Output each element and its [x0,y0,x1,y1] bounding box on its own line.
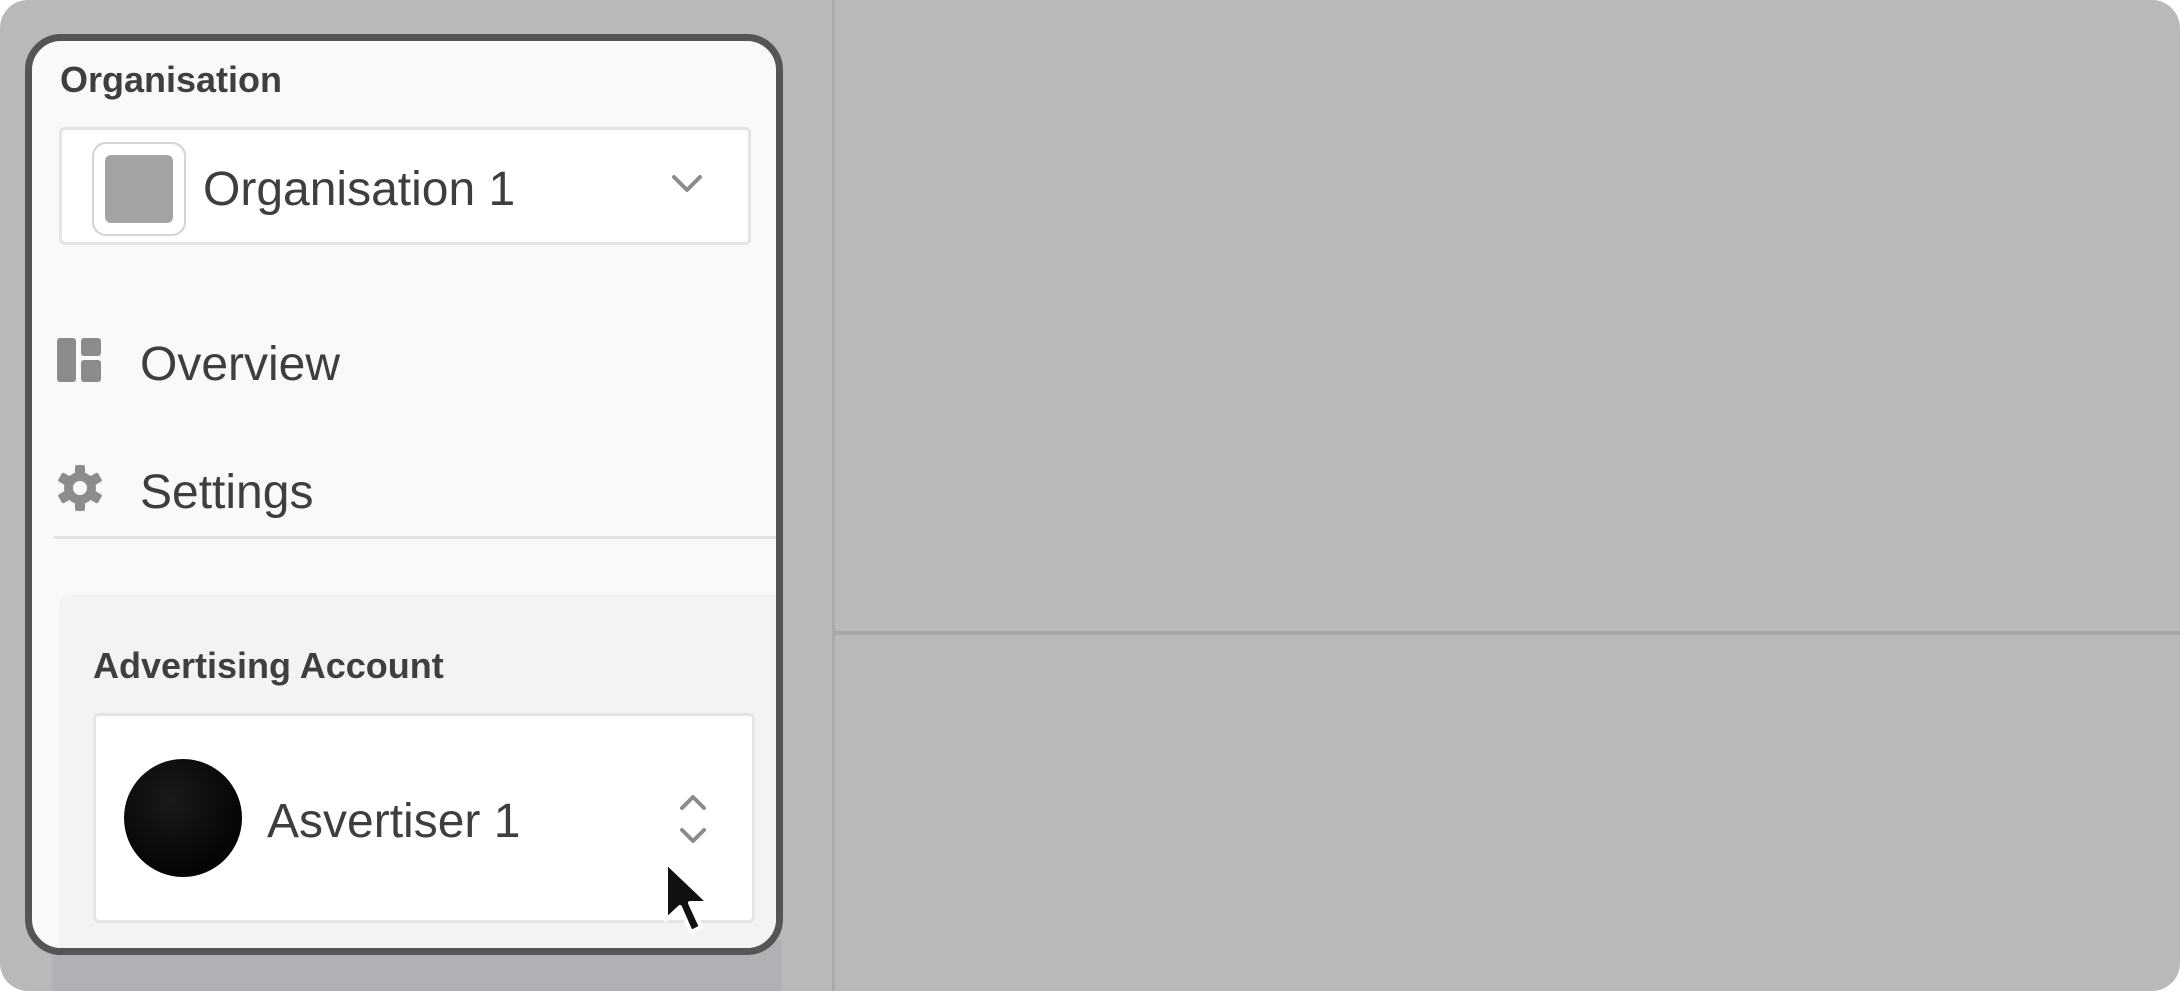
mouse-cursor-icon [664,860,711,934]
nav-item-overview[interactable]: Overview [32,315,776,405]
advertising-section-label: Advertising Account [93,645,444,686]
advertising-account-selector[interactable]: Asvertiser 1 [93,713,755,923]
organisation-dropdown[interactable]: Organisation 1 [59,127,751,245]
organisation-section-label: Organisation [60,59,283,100]
main-pane-bottom [835,635,2180,991]
horizontal-divider[interactable] [835,631,2180,635]
org-placeholder-icon [92,142,186,236]
chevron-down-icon [672,175,702,192]
nav-item-settings[interactable]: Settings [32,443,776,533]
dashboard-icon [57,338,101,382]
vertical-divider[interactable] [832,0,835,991]
advertising-account-name: Asvertiser 1 [267,795,521,848]
chevron-up-down-icon [680,795,706,843]
nav-label-settings: Settings [140,466,314,519]
org-avatar-square [105,155,173,223]
main-pane-top [835,0,2180,631]
sidebar: Organisation Organisation 1 Overview Set… [25,34,783,955]
sidebar-divider [54,536,776,539]
nav-label-overview: Overview [140,338,341,391]
advertiser-avatar [124,759,242,877]
app-window: Organisation Organisation 1 Overview Set… [0,0,2180,991]
gear-icon [58,465,102,511]
organisation-name: Organisation 1 [203,163,516,216]
